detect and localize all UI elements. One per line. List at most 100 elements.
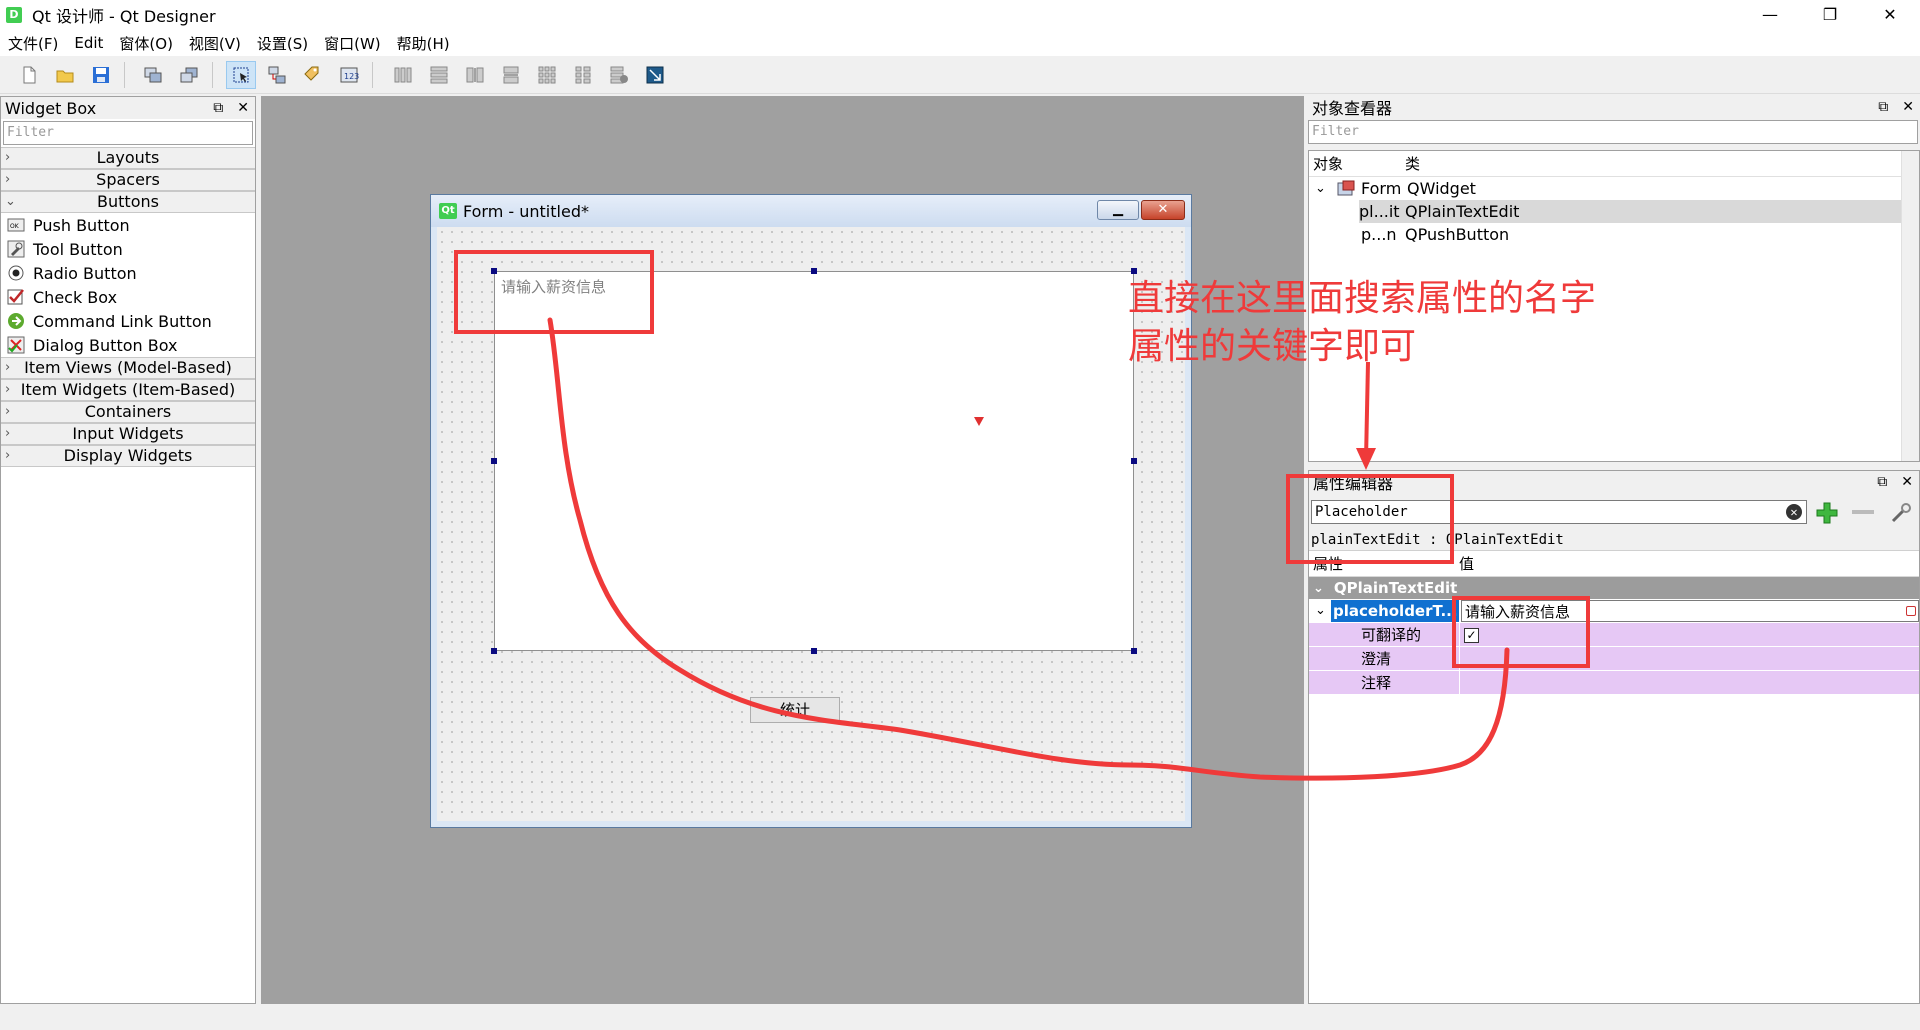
widget-command-link-button[interactable]: Command Link Button (1, 309, 255, 333)
float-icon[interactable]: ⧉ (1878, 96, 1888, 118)
chevron-down-icon[interactable]: ⌄ (1313, 581, 1324, 596)
layout-horizontal-button[interactable] (388, 61, 418, 89)
category-label: Containers (84, 402, 172, 421)
category-buttons[interactable]: ⌄ Buttons (1, 191, 255, 213)
signals-slots-icon (268, 66, 286, 84)
category-display-widgets[interactable]: › Display Widgets (1, 445, 255, 467)
chevron-right-icon: › (5, 172, 11, 187)
object-class: QPlainTextEdit (1405, 202, 1520, 221)
float-icon[interactable]: ⧉ (213, 97, 223, 119)
break-layout-icon (610, 66, 628, 84)
menu-edit[interactable]: Edit (66, 34, 111, 52)
close-button[interactable]: ✕ (1860, 0, 1920, 30)
layout-v-splitter-button[interactable] (496, 61, 526, 89)
chevron-down-icon[interactable]: ⌄ (1309, 603, 1331, 618)
bring-to-front-button[interactable] (138, 61, 168, 89)
resize-handle[interactable] (491, 648, 497, 654)
close-icon[interactable]: ✕ (237, 97, 249, 119)
column-value[interactable]: 值 (1459, 553, 1474, 574)
widget-tool-button[interactable]: Tool Button (1, 237, 255, 261)
category-label: Input Widgets (72, 424, 184, 443)
form-close-button[interactable]: ✕ (1141, 200, 1185, 220)
widget-radio-button[interactable]: Radio Button (1, 261, 255, 285)
adjust-size-button[interactable] (640, 61, 670, 89)
send-to-back-button[interactable] (174, 61, 204, 89)
close-icon[interactable]: ✕ (1901, 471, 1913, 493)
category-input-widgets[interactable]: › Input Widgets (1, 423, 255, 445)
sub-property-value[interactable] (1459, 670, 1919, 695)
property-row-disambiguation[interactable]: 澄清 (1309, 646, 1919, 671)
widget-filter-input[interactable]: Filter (3, 121, 253, 145)
close-icon[interactable]: ✕ (1902, 96, 1914, 118)
vertical-scrollbar[interactable] (1901, 151, 1919, 461)
widget-push-button[interactable]: OK Push Button (1, 213, 255, 237)
category-item-widgets[interactable]: › Item Widgets (Item-Based) (1, 379, 255, 401)
open-folder-icon (56, 70, 74, 83)
stats-push-button[interactable]: 统计 (750, 697, 840, 723)
category-item-views[interactable]: › Item Views (Model-Based) (1, 357, 255, 379)
save-button[interactable] (86, 61, 116, 89)
window-back-icon (180, 67, 198, 83)
float-icon[interactable]: ⧉ (1877, 471, 1887, 493)
form-minimize-button[interactable]: ▁ (1097, 200, 1139, 220)
widget-box-title-bar: Widget Box ⧉ ✕ (1, 97, 255, 119)
layout-vertical-button[interactable] (424, 61, 454, 89)
status-bar (0, 1004, 1920, 1030)
tree-row-pushbutton[interactable]: p...n QPushButton (1361, 223, 1919, 246)
widget-dialog-button-box[interactable]: Dialog Button Box (1, 333, 255, 357)
form-title-bar[interactable]: Qt Form - untitled* (431, 195, 1191, 227)
category-label: Spacers (96, 170, 160, 189)
resize-handle[interactable] (1131, 648, 1137, 654)
buddy-tag-icon (304, 66, 319, 81)
new-file-button[interactable] (14, 61, 44, 89)
column-class[interactable]: 类 (1405, 153, 1420, 174)
layout-grid-button[interactable] (532, 61, 562, 89)
widget-label: Command Link Button (33, 311, 212, 331)
menu-view[interactable]: 视图(V) (181, 33, 249, 54)
tree-row-plaintextedit[interactable]: pl...it QPlainTextEdit (1359, 200, 1919, 223)
menu-window[interactable]: 窗口(W) (316, 33, 389, 54)
chevron-down-icon[interactable]: ⌄ (1315, 181, 1327, 196)
property-row-comment[interactable]: 注释 (1309, 670, 1919, 695)
edit-tab-order-button[interactable]: 123 (334, 61, 364, 89)
add-dynamic-property-icon[interactable] (1815, 501, 1839, 525)
column-object[interactable]: 对象 (1309, 153, 1405, 174)
widget-box-title: Widget Box (5, 98, 97, 118)
layout-h-splitter-button[interactable] (460, 61, 490, 89)
edit-widgets-button[interactable] (226, 61, 256, 89)
property-row-translatable[interactable]: 可翻译的 ✓ (1309, 622, 1919, 647)
resize-handle[interactable] (491, 458, 497, 464)
tree-row-form[interactable]: ⌄ Form QWidget (1309, 177, 1919, 200)
edit-signals-button[interactable] (262, 61, 292, 89)
title-bar: D Qt 设计师 - Qt Designer — ❐ ✕ (0, 0, 1920, 30)
edit-buddies-button[interactable] (298, 61, 328, 89)
annotation-text-line2: 属性的关键字即可 (1128, 326, 1417, 367)
menu-file[interactable]: 文件(F) (0, 33, 66, 54)
resize-handle[interactable] (1131, 458, 1137, 464)
chevron-right-icon: › (5, 360, 11, 375)
open-file-button[interactable] (50, 61, 80, 89)
clear-search-icon[interactable]: ✕ (1786, 504, 1802, 520)
reset-property-icon[interactable] (1906, 605, 1916, 616)
configure-wrench-icon[interactable] (1889, 501, 1913, 525)
category-layouts[interactable]: › Layouts (1, 147, 255, 169)
object-filter-input[interactable]: Filter (1308, 120, 1918, 144)
property-row-placeholder-text[interactable]: ⌄ placeholderT... 请输入薪资信息 (1309, 599, 1919, 623)
menu-settings[interactable]: 设置(S) (249, 33, 316, 54)
resize-handle[interactable] (811, 268, 817, 274)
property-group-qplaintextedit[interactable]: ⌄ QPlainTextEdit (1309, 577, 1919, 599)
object-class: QPushButton (1405, 225, 1510, 244)
minimize-button[interactable]: — (1740, 0, 1800, 30)
remove-property-icon[interactable] (1851, 505, 1875, 519)
menu-help[interactable]: 帮助(H) (389, 33, 458, 54)
category-spacers[interactable]: › Spacers (1, 169, 255, 191)
category-label: Item Views (Model-Based) (24, 358, 232, 377)
category-containers[interactable]: › Containers (1, 401, 255, 423)
menu-form[interactable]: 窗体(O) (111, 33, 181, 54)
widget-check-box[interactable]: Check Box (1, 285, 255, 309)
maximize-button[interactable]: ❐ (1800, 0, 1860, 30)
layout-form-button[interactable] (568, 61, 598, 89)
resize-handle[interactable] (811, 648, 817, 654)
break-layout-button[interactable] (604, 61, 634, 89)
check-box-icon (7, 289, 24, 305)
